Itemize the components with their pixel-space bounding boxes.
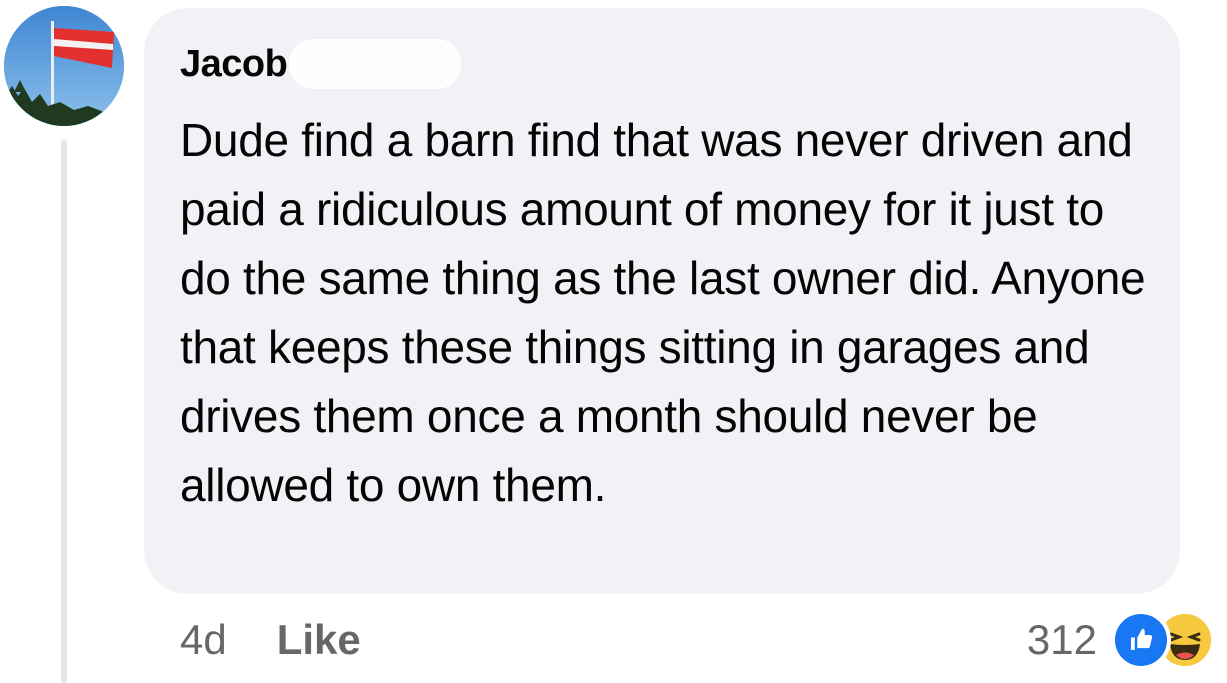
thread-line [61,140,67,683]
like-icon [1111,610,1171,670]
reaction-count[interactable]: 312 [1027,616,1097,664]
windsock-picture [4,6,124,126]
avatar[interactable] [4,6,124,126]
redacted-surname [289,39,462,89]
author-name[interactable]: Jacob [180,43,288,86]
author-row: Jacob [180,36,1150,92]
comment-text: Dude find a barn find that was never dri… [180,114,1146,511]
comment-footer: 4d Like [180,612,361,668]
timestamp[interactable]: 4d [180,616,227,664]
reaction-summary[interactable]: 312 [1027,610,1215,670]
like-button[interactable]: Like [277,616,361,664]
comment-bubble: Jacob Dude find a barn find that was nev… [144,8,1180,594]
